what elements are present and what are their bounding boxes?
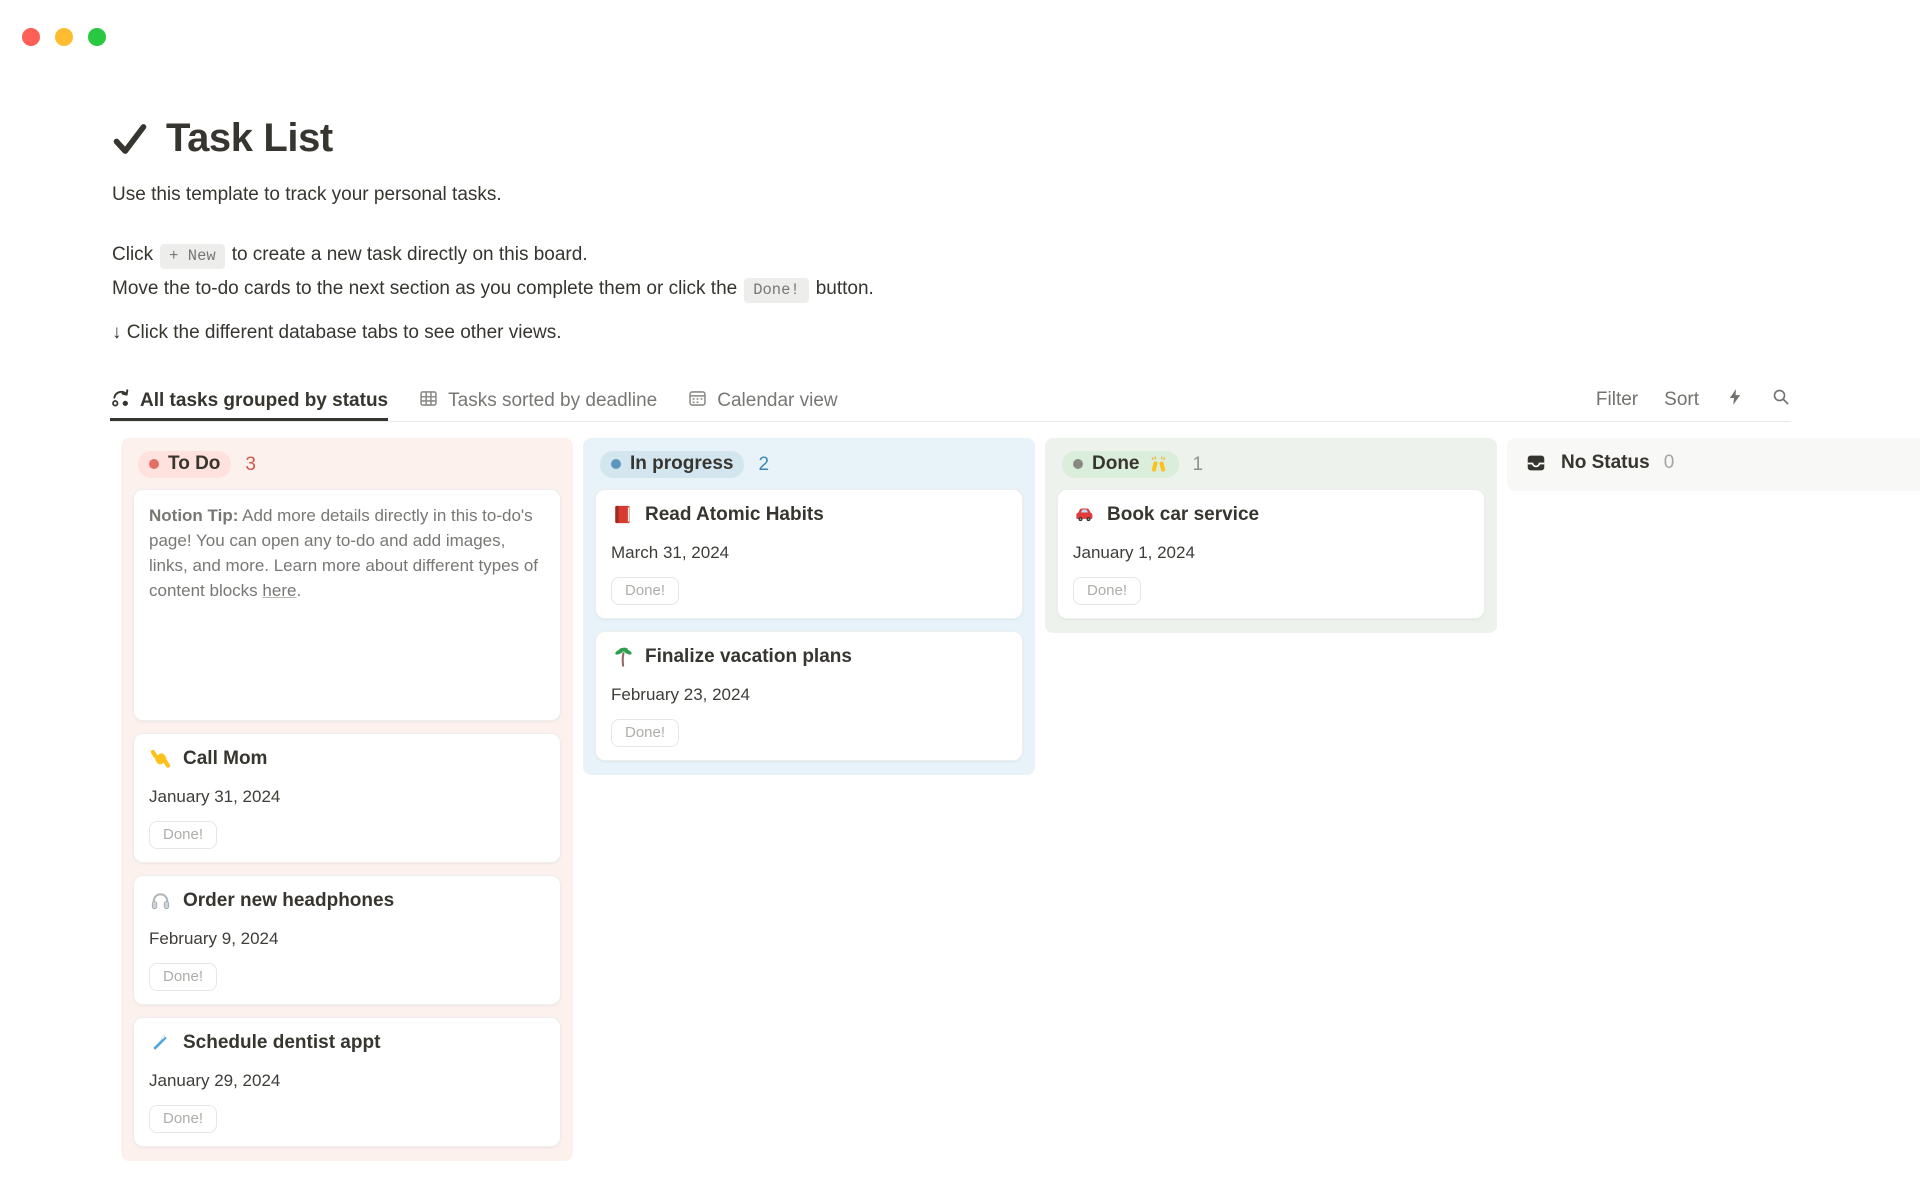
here-link[interactable]: here (262, 581, 296, 600)
no-status-label[interactable]: No Status (1561, 452, 1650, 474)
intro-line-2: Move the to-do cards to the next section… (112, 272, 874, 306)
done-chip: Done! (744, 278, 809, 303)
done-button[interactable]: Done! (149, 963, 217, 991)
column-to-do-header: To Do 3 (121, 438, 573, 489)
notion-tip-card[interactable]: Notion Tip: Add more details directly in… (133, 489, 561, 721)
board-status-icon (110, 388, 131, 415)
task-title: Read Atomic Habits (645, 504, 824, 526)
status-dot-blue (611, 459, 621, 469)
search-icon[interactable] (1771, 387, 1791, 413)
task-card-finalize-vacation-plans[interactable]: Finalize vacation plans February 23, 202… (595, 631, 1023, 761)
task-date: March 31, 2024 (611, 543, 1007, 563)
checkmark-icon (110, 119, 150, 159)
task-card-order-new-headphones[interactable]: Order new headphones February 9, 2024 Do… (133, 875, 561, 1005)
table-icon (418, 388, 439, 415)
inbox-tray-icon (1524, 451, 1547, 474)
column-no-status-header: No Status 0 (1507, 438, 1920, 485)
lightning-icon[interactable] (1725, 387, 1745, 413)
page-header: Task List (110, 116, 333, 161)
minimize-window-button[interactable] (55, 28, 73, 46)
task-title: Order new headphones (183, 890, 394, 912)
done-button[interactable]: Done! (1073, 577, 1141, 605)
done-button[interactable]: Done! (611, 719, 679, 747)
red-car-icon (1073, 503, 1096, 526)
status-pill-to-do[interactable]: To Do (138, 451, 231, 478)
task-title: Call Mom (183, 748, 267, 770)
red-book-icon (611, 503, 634, 526)
window-controls (22, 28, 106, 46)
headphones-icon (149, 889, 172, 912)
kanban-board: To Do 3 Notion Tip: Add more details dir… (121, 438, 1920, 1161)
task-date: January 29, 2024 (149, 1071, 545, 1091)
new-button-chip: + New (160, 244, 225, 269)
task-card-schedule-dentist-appt[interactable]: Schedule dentist appt January 29, 2024 D… (133, 1017, 561, 1147)
status-pill-in-progress[interactable]: In progress (600, 451, 744, 478)
column-done: Done 1 (1045, 438, 1497, 633)
intro-paragraph: Click+ Newto create a new task directly … (112, 238, 874, 306)
toothbrush-icon (149, 1031, 172, 1054)
call-me-hand-icon (149, 747, 172, 770)
task-card-book-car-service[interactable]: Book car service January 1, 2024 Done! (1057, 489, 1485, 619)
view-toolbar: Filter Sort (1596, 384, 1791, 421)
task-date: January 31, 2024 (149, 787, 545, 807)
tab-all-tasks-grouped-by-status[interactable]: All tasks grouped by status (110, 384, 388, 421)
sort-button[interactable]: Sort (1664, 389, 1699, 411)
page-subtitle: Use this template to track your personal… (112, 184, 502, 206)
raising-hands-icon (1149, 455, 1168, 474)
close-window-button[interactable] (22, 28, 40, 46)
task-title: Book car service (1107, 504, 1259, 526)
calendar-icon (687, 388, 708, 415)
task-date: January 1, 2024 (1073, 543, 1469, 563)
column-done-header: Done 1 (1045, 438, 1497, 489)
task-date: February 23, 2024 (611, 685, 1007, 705)
column-count: 3 (245, 454, 256, 476)
tab-tasks-sorted-by-deadline[interactable]: Tasks sorted by deadline (418, 384, 657, 421)
task-title: Schedule dentist appt (183, 1032, 380, 1054)
status-dot-red (149, 459, 159, 469)
filter-button[interactable]: Filter (1596, 389, 1638, 411)
task-title: Finalize vacation plans (645, 646, 852, 668)
task-card-read-atomic-habits[interactable]: Read Atomic Habits March 31, 2024 Done! (595, 489, 1023, 619)
task-card-call-mom[interactable]: Call Mom January 31, 2024 Done! (133, 733, 561, 863)
done-button[interactable]: Done! (149, 1105, 217, 1133)
palm-tree-icon (611, 645, 634, 668)
zoom-window-button[interactable] (88, 28, 106, 46)
column-in-progress: In progress 2 Read Atomic Habits March 3… (583, 438, 1035, 775)
column-to-do: To Do 3 Notion Tip: Add more details dir… (121, 438, 573, 1161)
intro-line-3: ↓ Click the different database tabs to s… (112, 322, 562, 344)
column-in-progress-header: In progress 2 (583, 438, 1035, 489)
notion-tip-text: Notion Tip: Add more details directly in… (149, 503, 545, 603)
column-count: 0 (1664, 452, 1675, 474)
column-no-status: No Status 0 (1507, 438, 1920, 491)
intro-line-1: Click+ Newto create a new task directly … (112, 238, 874, 272)
column-count: 1 (1193, 454, 1204, 476)
view-tabs-bar: All tasks grouped by status Tasks sorted… (110, 384, 1791, 422)
task-date: February 9, 2024 (149, 929, 545, 949)
status-dot-gray (1073, 459, 1083, 469)
status-pill-done[interactable]: Done (1062, 451, 1179, 478)
page-title: Task List (166, 116, 333, 161)
done-button[interactable]: Done! (611, 577, 679, 605)
tab-calendar-view[interactable]: Calendar view (687, 384, 837, 421)
done-button[interactable]: Done! (149, 821, 217, 849)
column-count: 2 (758, 454, 769, 476)
